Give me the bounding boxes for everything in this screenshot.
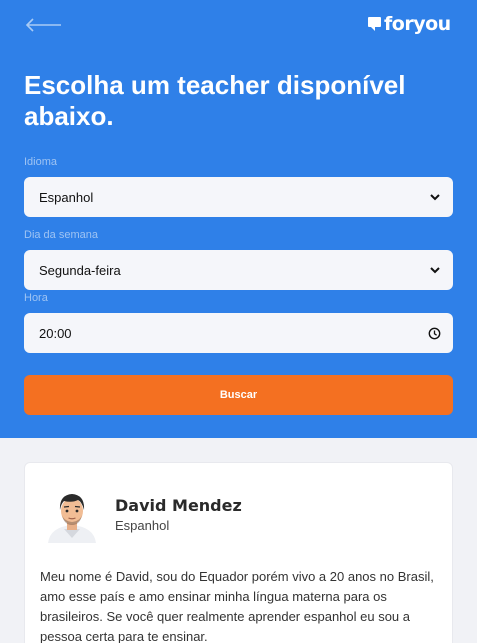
page-title: Escolha um teacher disponível abaixo. — [24, 70, 406, 131]
chevron-down-icon — [430, 194, 440, 201]
chat-bubble-icon — [368, 17, 381, 31]
weekday-select-value: Segunda-feira — [39, 262, 121, 278]
weekday-label: Dia da semana — [24, 229, 98, 241]
clock-icon[interactable] — [428, 327, 441, 340]
chevron-down-icon — [430, 267, 440, 274]
language-select-value: Espanhol — [39, 189, 94, 205]
teacher-bio: Meu nome é David, sou do Equador porém v… — [40, 569, 434, 643]
brand-logo: foryou — [367, 13, 451, 35]
search-button-label: Buscar — [219, 389, 258, 401]
language-label: Idioma — [24, 156, 58, 168]
time-label: Hora — [24, 292, 48, 304]
teacher-card[interactable]: David Mendez Espanhol Meu nome é David, … — [24, 462, 453, 643]
time-input-value: 20:00 — [39, 325, 72, 341]
search-button[interactable]: Buscar — [24, 375, 453, 415]
teacher-name: David Mendez — [115, 496, 242, 515]
arrow-left-icon[interactable] — [24, 17, 62, 33]
search-panel: foryou Escolha um teacher disponível aba… — [0, 0, 477, 438]
language-select[interactable]: Espanhol — [24, 177, 453, 217]
teacher-language: Espanhol — [115, 518, 170, 533]
brand-name: foryou — [384, 13, 451, 35]
avatar — [42, 483, 102, 543]
time-input[interactable]: 20:00 — [24, 313, 453, 353]
weekday-select[interactable]: Segunda-feira — [24, 250, 453, 290]
